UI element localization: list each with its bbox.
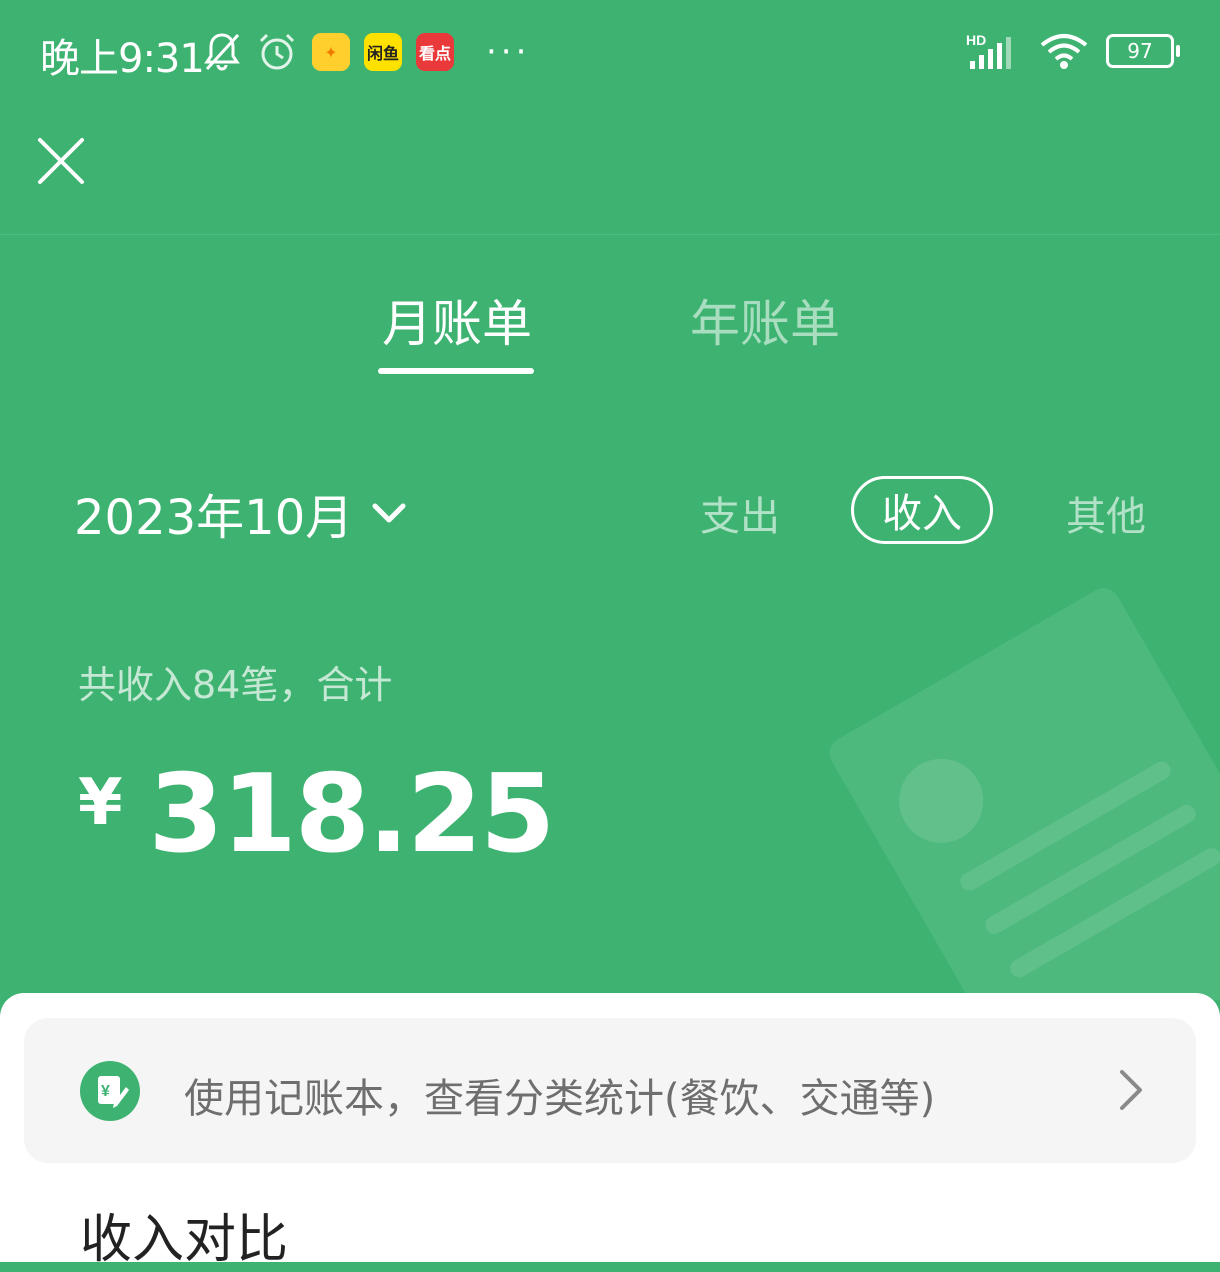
- filter-other[interactable]: 其他: [1066, 484, 1146, 542]
- income-comparison-title: 收入对比: [80, 1210, 289, 1270]
- selected-month: 2023年10月: [74, 490, 354, 546]
- notification-icons: ✦ 闲鱼 看点 ···: [202, 26, 530, 78]
- header-divider: [0, 234, 1220, 235]
- filter-income-label: 收入: [882, 491, 962, 537]
- chevron-right-icon: [1120, 1070, 1142, 1110]
- network-type-label: HD: [966, 32, 986, 48]
- ledger-icon: ¥: [80, 1061, 140, 1121]
- promo-text: 使用记账本，查看分类统计(餐饮、交通等): [184, 1076, 936, 1122]
- bottom-sheet: ¥ 使用记账本，查看分类统计(餐饮、交通等) 收入对比: [0, 993, 1220, 1270]
- tab-monthly-bill[interactable]: 月账单: [382, 284, 532, 356]
- status-bar: 晚上9:31 ✦ 闲鱼 看点 ··· HD 97: [0, 0, 1220, 104]
- signal-icon: HD: [966, 32, 1011, 69]
- svg-text:¥: ¥: [101, 1083, 110, 1100]
- kandian-app-icon: 看点: [416, 33, 454, 71]
- close-icon[interactable]: [36, 136, 86, 186]
- battery-level: 97: [1127, 39, 1153, 63]
- status-time: 晚上9:31: [40, 36, 205, 82]
- active-tab-indicator: [378, 368, 534, 374]
- filter-income[interactable]: 收入: [851, 476, 993, 544]
- more-notifications-icon: ···: [486, 32, 531, 72]
- xianyu-app-icon: 闲鱼: [364, 33, 402, 71]
- alarm-clock-icon: [259, 33, 295, 70]
- currency-symbol: ¥: [78, 766, 123, 840]
- system-status: HD 97: [966, 28, 1180, 74]
- ledger-promo-banner[interactable]: ¥ 使用记账本，查看分类统计(餐饮、交通等): [24, 1018, 1196, 1163]
- tab-yearly-bill[interactable]: 年账单: [690, 284, 840, 356]
- battery-icon: 97: [1106, 34, 1180, 68]
- bill-tabs: 月账单 年账单: [0, 284, 1220, 384]
- summary-text: 共收入84笔，合计: [78, 663, 393, 707]
- wifi-icon: [1040, 34, 1088, 69]
- chevron-down-icon: [372, 503, 406, 523]
- amount-value: 318.25: [148, 752, 556, 877]
- bill-illustration: [829, 588, 1220, 1000]
- total-amount: ¥ 318.25: [78, 752, 556, 877]
- bell-off-icon: [204, 33, 240, 71]
- month-picker[interactable]: 2023年10月: [74, 478, 407, 548]
- filter-expense[interactable]: 支出: [700, 484, 780, 542]
- pets-app-icon: ✦: [312, 33, 350, 71]
